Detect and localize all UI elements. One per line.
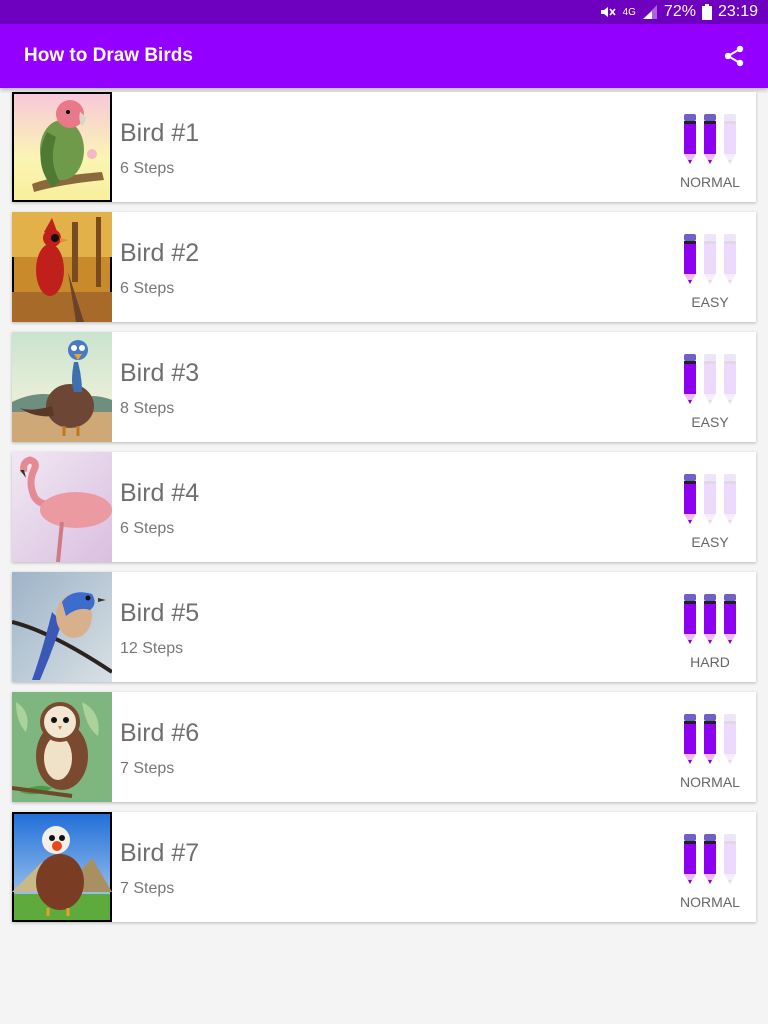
pencil-rating [683,834,737,886]
pencil-empty-icon [724,474,736,524]
bird-2-thumbnail [12,212,112,322]
bird-card[interactable]: Bird #7 7 Steps NORMAL [12,812,756,922]
pencil-filled-icon [684,474,696,524]
pencil-empty-icon [724,234,736,284]
difficulty-indicator: EASY [670,452,756,562]
bird-steps: 12 Steps [120,640,184,657]
app-bar: How to Draw Birds [0,24,768,88]
pencil-filled-icon [684,234,696,284]
pencil-filled-icon [684,354,696,404]
pencil-empty-icon [724,354,736,404]
share-icon [724,45,744,67]
difficulty-label: NORMAL [680,774,740,790]
pencil-rating [683,114,737,166]
mute-icon [599,4,617,20]
difficulty-label: NORMAL [680,174,740,190]
bird-3-thumbnail [12,332,112,442]
bird-5-thumbnail [12,572,112,682]
pencil-empty-icon [704,474,716,524]
battery-percent: 72% [663,3,696,20]
bird-steps: 7 Steps [120,760,175,777]
pencil-filled-icon [684,714,696,764]
pencil-filled-icon [684,114,696,164]
bird-steps: 8 Steps [120,400,175,417]
bird-card[interactable]: Bird #1 6 Steps NORMAL [12,92,756,202]
bird-7-thumbnail [12,812,112,922]
pencil-filled-icon [684,834,696,884]
pencil-filled-icon [704,114,716,164]
difficulty-indicator: EASY [670,212,756,322]
difficulty-indicator: NORMAL [670,812,756,922]
pencil-filled-icon [684,594,696,644]
pencil-empty-icon [704,354,716,404]
battery-icon [701,4,712,20]
difficulty-label: HARD [690,654,730,670]
bird-card[interactable]: Bird #3 8 Steps EASY [12,332,756,442]
bird-card[interactable]: Bird #5 12 Steps HARD [12,572,756,682]
bird-card[interactable]: Bird #6 7 Steps NORMAL [12,692,756,802]
bird-info: Bird #2 6 Steps [112,212,670,322]
difficulty-indicator: NORMAL [670,692,756,802]
pencil-empty-icon [704,234,716,284]
bird-name: Bird #5 [120,599,200,627]
clock: 23:19 [717,3,758,20]
pencil-filled-icon [704,594,716,644]
difficulty-label: NORMAL [680,894,740,910]
bird-6-thumbnail [12,692,112,802]
bird-card[interactable]: Bird #2 6 Steps EASY [12,212,756,322]
bird-info: Bird #5 12 Steps [112,572,670,682]
pencil-rating [683,474,737,526]
bird-name: Bird #4 [120,479,200,507]
pencil-rating [683,714,737,766]
pencil-empty-icon [724,114,736,164]
signal-icon [642,4,658,20]
bird-steps: 6 Steps [120,160,175,177]
pencil-empty-icon [724,834,736,884]
bird-info: Bird #6 7 Steps [112,692,670,802]
difficulty-indicator: NORMAL [670,92,756,202]
pencil-rating [683,594,737,646]
bird-1-thumbnail [12,92,112,202]
difficulty-label: EASY [691,534,729,550]
status-bar: 4G 72% 23:19 [0,0,768,24]
difficulty-indicator: HARD [670,572,756,682]
share-button[interactable] [720,42,748,70]
bird-info: Bird #1 6 Steps [112,92,670,202]
bird-steps: 6 Steps [120,520,175,537]
pencil-filled-icon [704,714,716,764]
bird-steps: 7 Steps [120,880,175,897]
pencil-rating [683,234,737,286]
difficulty-label: EASY [691,294,729,310]
bird-steps: 6 Steps [120,280,175,297]
bird-info: Bird #4 6 Steps [112,452,670,562]
bird-list: Bird #1 6 Steps NORMAL Bird #2 6 Steps E… [12,92,756,932]
difficulty-indicator: EASY [670,332,756,442]
network-type: 4G [622,6,636,18]
pencil-filled-icon [724,594,736,644]
bird-info: Bird #3 8 Steps [112,332,670,442]
bird-card[interactable]: Bird #4 6 Steps EASY [12,452,756,562]
app-title: How to Draw Birds [24,45,193,66]
bird-name: Bird #1 [120,119,200,147]
bird-name: Bird #7 [120,839,200,867]
pencil-filled-icon [704,834,716,884]
bird-name: Bird #6 [120,719,200,747]
pencil-empty-icon [724,714,736,764]
bird-name: Bird #3 [120,359,200,387]
bird-info: Bird #7 7 Steps [112,812,670,922]
bird-name: Bird #2 [120,239,200,267]
difficulty-label: EASY [691,414,729,430]
bird-4-thumbnail [12,452,112,562]
pencil-rating [683,354,737,406]
